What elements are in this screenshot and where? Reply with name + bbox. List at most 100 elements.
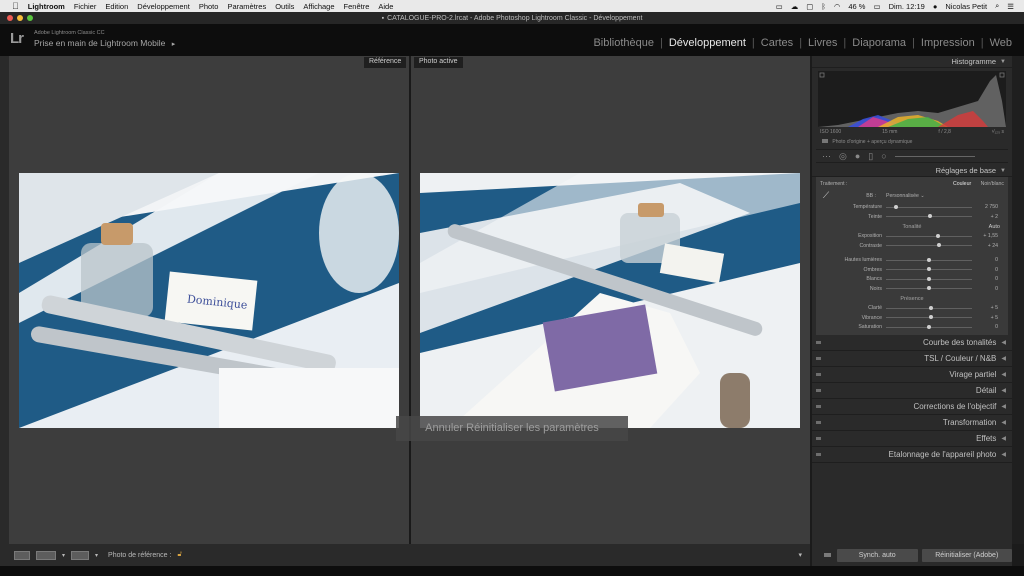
module-livres[interactable]: Livres (802, 37, 843, 49)
panel-header-0[interactable]: Courbe des tonalités ◀ (812, 335, 1012, 351)
cloud-icon[interactable]: ☁ (791, 2, 799, 11)
left-panel-toggle[interactable] (0, 56, 9, 544)
module-impression[interactable]: Impression (915, 37, 981, 49)
reset-adobe-button[interactable]: Réinitialiser (Adobe) (921, 548, 1012, 562)
swap-button[interactable] (71, 550, 90, 560)
panel-header-1[interactable]: TSL / Couleur / N&B ◀ (812, 351, 1012, 367)
lock-icon[interactable]: 🔓︎ (177, 551, 182, 559)
panel-header-4[interactable]: Corrections de l'objectif ◀ (812, 399, 1012, 415)
wb-select[interactable]: Personnalisée ⌄ (886, 193, 925, 199)
menu-edition[interactable]: Edition (105, 2, 128, 11)
slider-knob[interactable] (937, 243, 942, 248)
slider-track[interactable] (886, 257, 972, 262)
slider-track[interactable] (886, 315, 972, 320)
slider-value[interactable]: + 5 (972, 305, 998, 311)
slider-knob[interactable] (928, 305, 933, 310)
panel-switch[interactable] (816, 405, 821, 408)
minimize-button[interactable] (17, 15, 23, 21)
module-bibliotheque[interactable]: Bibliothèque (587, 37, 660, 49)
slider-track[interactable] (886, 286, 972, 291)
close-button[interactable] (7, 15, 13, 21)
slider-value[interactable]: 0 (972, 267, 998, 273)
panel-switch[interactable] (816, 389, 821, 392)
slider-knob[interactable] (894, 204, 899, 209)
panel-switch[interactable] (816, 421, 821, 424)
module-diaporama[interactable]: Diaporama (846, 37, 912, 49)
slider-track[interactable] (886, 324, 972, 329)
sync-toggle[interactable] (824, 553, 831, 557)
slider-knob[interactable] (927, 276, 931, 281)
eyedropper-icon[interactable]: ⟋ (816, 190, 836, 201)
panel-switch[interactable] (816, 373, 821, 376)
activity-status[interactable]: Prise en main de Lightroom Mobile ▸ (34, 38, 175, 48)
menu-outils[interactable]: Outils (275, 2, 294, 11)
user-name[interactable]: Nicolas Petit (945, 2, 987, 11)
panel-switch[interactable] (816, 437, 821, 440)
slider-value[interactable]: 0 (972, 276, 998, 282)
panel-switch[interactable] (816, 341, 821, 344)
display-icon[interactable]: ▭ (776, 2, 783, 11)
wifi-icon[interactable]: ◠ (834, 2, 841, 11)
slider-value[interactable]: 0 (972, 324, 998, 330)
reference-photo[interactable]: Dominique (19, 173, 399, 428)
menu-fenetre[interactable]: Fenêtre (344, 2, 370, 11)
slider-knob[interactable] (927, 286, 931, 291)
crop-tool-icon[interactable]: ⋯ (822, 151, 831, 162)
menu-parametres[interactable]: Paramètres (227, 2, 266, 11)
swap-dropdown[interactable]: ▾ (95, 552, 98, 559)
slider-track[interactable] (886, 305, 972, 310)
slider-value[interactable]: + 24 (972, 243, 998, 249)
graduated-filter-icon[interactable]: ▯ (868, 151, 873, 162)
slider-track[interactable] (886, 214, 972, 219)
compare-divider[interactable] (409, 56, 411, 544)
search-icon[interactable]: ⌕ (995, 1, 999, 11)
apple-icon[interactable]:  (12, 1, 19, 11)
bluetooth-icon[interactable]: ᛒ (821, 2, 826, 11)
panel-switch[interactable] (816, 357, 821, 360)
right-panel-toggle[interactable] (1012, 56, 1024, 544)
view-dropdown[interactable]: ▾ (62, 552, 65, 559)
treatment-bw[interactable]: Noir/blanc (981, 181, 1004, 187)
clock-text[interactable]: Dim. 12:19 (889, 2, 925, 11)
brush-slider[interactable] (894, 155, 975, 157)
slider-track[interactable] (886, 233, 972, 238)
toolbar-menu-icon[interactable]: ▾ (798, 551, 802, 559)
slider-track[interactable] (886, 276, 972, 281)
slider-value[interactable]: + 5 (972, 315, 998, 321)
sync-auto-button[interactable]: Synch. auto (836, 548, 918, 562)
airplay-icon[interactable]: ▢ (806, 2, 813, 11)
slider-track[interactable] (886, 204, 972, 209)
basic-header[interactable]: Réglages de base ▼ (812, 165, 1012, 177)
app-menu[interactable]: Lightroom (28, 2, 65, 11)
active-photo[interactable] (420, 173, 800, 428)
panel-header-2[interactable]: Virage partiel ◀ (812, 367, 1012, 383)
treatment-color[interactable]: Couleur (953, 181, 971, 187)
module-cartes[interactable]: Cartes (755, 37, 799, 49)
slider-value[interactable]: 2 750 (972, 204, 998, 210)
slider-value[interactable]: + 1,55 (972, 233, 998, 239)
menu-photo[interactable]: Photo (199, 2, 219, 11)
menu-aide[interactable]: Aide (378, 2, 393, 11)
highlight-clip-icon[interactable] (999, 72, 1005, 78)
module-developpement[interactable]: Développement (663, 37, 752, 49)
slider-track[interactable] (886, 267, 972, 272)
slider-knob[interactable] (927, 257, 931, 262)
redeye-icon[interactable]: ● (855, 151, 860, 161)
slider-knob[interactable] (935, 233, 940, 238)
panel-header-5[interactable]: Transformation ◀ (812, 415, 1012, 431)
shadow-clip-icon[interactable] (819, 72, 825, 78)
histogram-header[interactable]: Histogramme ▼ (812, 56, 1012, 68)
battery-icon[interactable]: ▭ (873, 2, 880, 11)
menu-affichage[interactable]: Affichage (303, 2, 334, 11)
panel-header-6[interactable]: Effets ◀ (812, 431, 1012, 447)
slider-knob[interactable] (928, 315, 933, 320)
slider-value[interactable]: + 2 (972, 214, 998, 220)
spot-removal-icon[interactable]: ◎ (839, 151, 847, 162)
radial-filter-icon[interactable]: ○ (881, 151, 886, 161)
slider-track[interactable] (886, 243, 972, 248)
menu-fichier[interactable]: Fichier (74, 2, 97, 11)
battery-text[interactable]: 46 % (848, 2, 865, 11)
zoom-button[interactable] (27, 15, 33, 21)
slider-knob[interactable] (927, 324, 931, 329)
loupe-view-button[interactable] (14, 550, 30, 560)
